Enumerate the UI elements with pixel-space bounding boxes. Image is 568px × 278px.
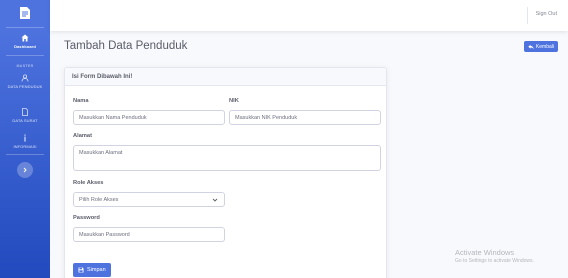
password-label: Password (73, 215, 100, 221)
save-button-label: Simpan (87, 267, 106, 273)
role-akses-label: Role Akses (73, 180, 104, 186)
back-button-label: Kembali (535, 43, 554, 50)
activation-watermark-title: Activate Windows (455, 248, 515, 257)
sidebar-item-informasi[interactable]: INFORMASI (0, 134, 50, 149)
sidebar-divider (6, 27, 44, 28)
nik-label: NIK (229, 98, 239, 104)
chevron-down-icon (212, 198, 218, 202)
topbar-divider (527, 7, 528, 24)
sidebar-divider (6, 154, 44, 155)
sidebar-item-data-surat[interactable]: DATA SURAT (0, 108, 50, 123)
sidebar-item-data-penduduk[interactable]: DATA PENDUDUK (0, 74, 50, 89)
nama-label: Nama (73, 98, 89, 104)
sign-out-link[interactable]: Sign Out (536, 11, 557, 17)
page-title: Tambah Data Penduduk (64, 40, 188, 52)
file-icon (22, 108, 28, 116)
brand-logo-icon[interactable] (17, 5, 33, 21)
sidebar-divider (6, 55, 44, 56)
sidebar-heading: MASTER (16, 64, 34, 68)
users-icon (21, 74, 29, 82)
sidebar-item-label: Dashboard (14, 44, 36, 49)
sidebar-item-dashboard[interactable]: Dashboard (0, 34, 50, 49)
topbar: Sign Out (50, 0, 568, 31)
back-button[interactable]: Kembali (523, 41, 558, 52)
sidebar-item-label: DATA PENDUDUK (7, 84, 43, 89)
nik-input[interactable]: Masukkan NIK Penduduk (229, 110, 381, 125)
form-card: Isi Form Dibawah Ini! Nama Masukkan Nama… (64, 67, 387, 278)
nama-input[interactable]: Masukkan Nama Penduduk (73, 110, 225, 125)
card-title: Isi Form Dibawah Ini! (65, 68, 386, 86)
role-akses-select[interactable]: Pilih Role Akses (73, 192, 225, 207)
chevron-right-icon (23, 167, 27, 173)
sidebar-item-label: DATA SURAT (12, 118, 38, 123)
save-icon (78, 267, 84, 273)
home-icon (21, 34, 29, 42)
save-button[interactable]: Simpan (73, 263, 111, 277)
password-input[interactable]: Masukkan Password (73, 227, 225, 242)
sidebar-toggle-button[interactable] (17, 162, 33, 178)
reply-icon (528, 44, 534, 49)
role-akses-selected-value: Pilih Role Akses (79, 196, 119, 203)
info-icon (24, 134, 26, 142)
activation-watermark-subtitle: Go to Settings to activate Windows. (455, 258, 534, 264)
sidebar: Dashboard MASTER DATA PENDUDUK DATA SURA… (0, 0, 50, 278)
sidebar-item-label: INFORMASI (13, 144, 37, 149)
alamat-label: Alamat (73, 133, 92, 139)
alamat-textarea[interactable]: Masukkan Alamat (73, 145, 381, 171)
